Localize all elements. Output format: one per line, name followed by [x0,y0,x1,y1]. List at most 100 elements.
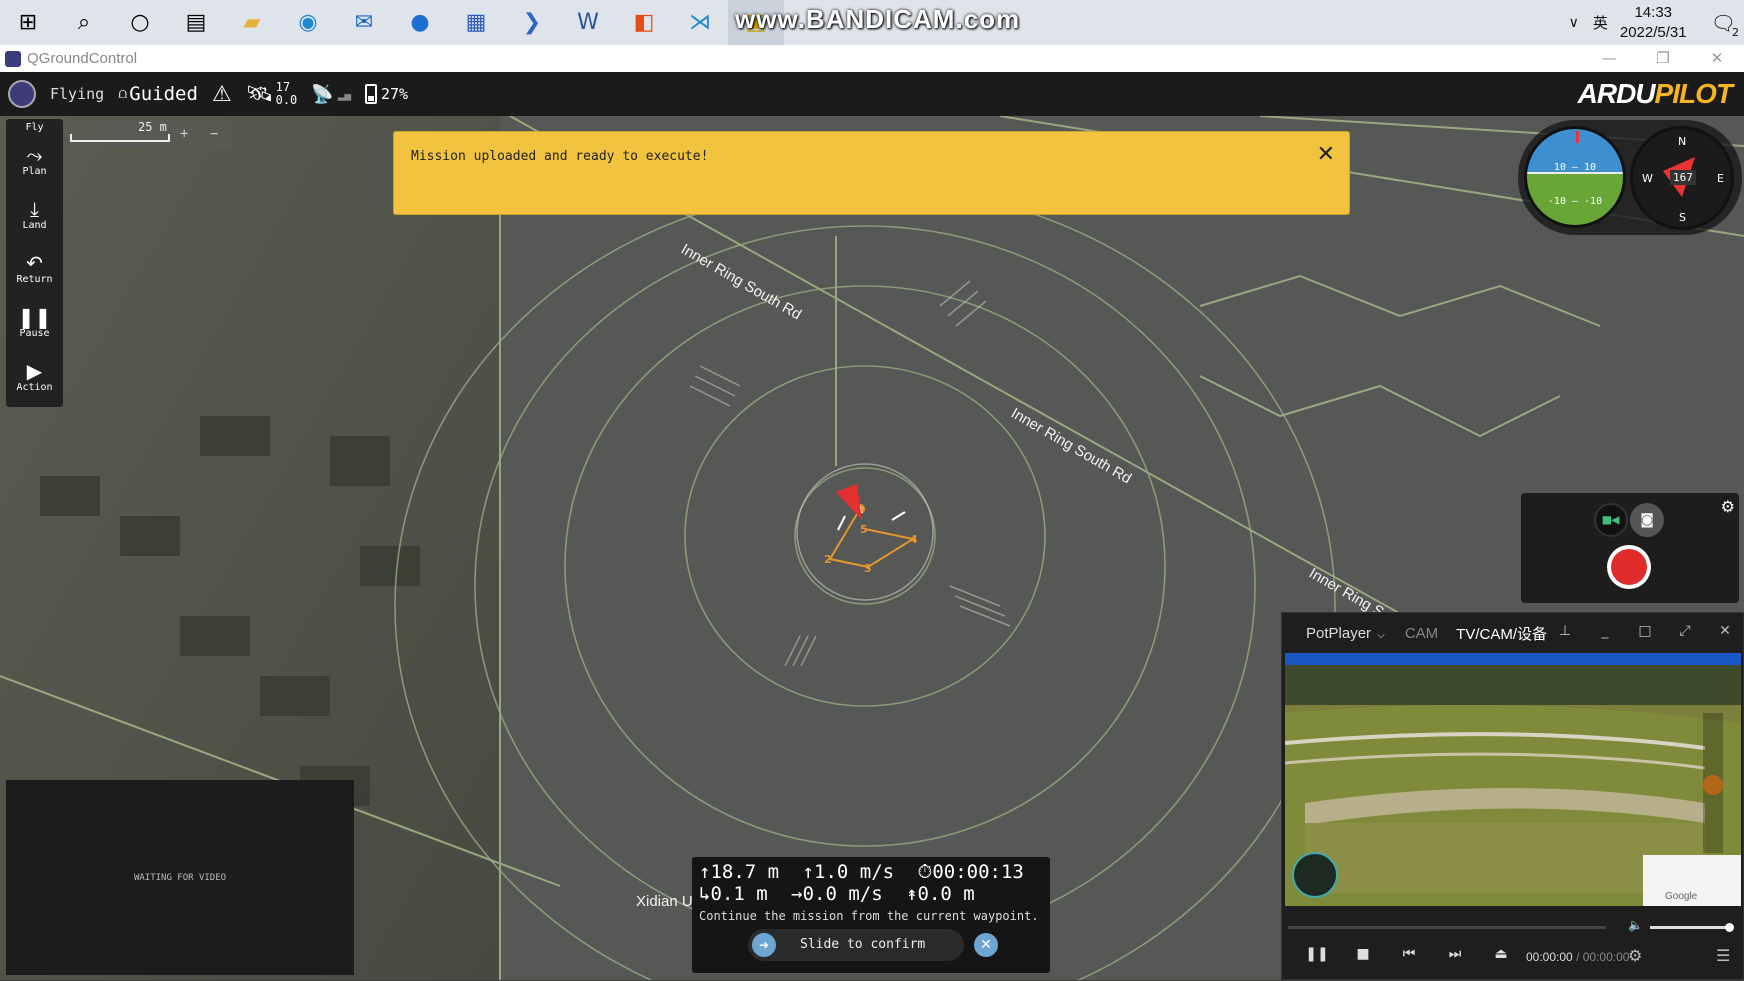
ime-indicator[interactable]: 英 [1593,12,1608,33]
cortana-icon[interactable]: ○ [112,0,168,45]
place-label: Xidian U [636,893,693,910]
plan-label: Plan [22,165,47,177]
playlist-menu-icon[interactable]: ☰ [1716,946,1730,965]
volume-icon[interactable]: 🔈 [1628,918,1643,932]
window-titlebar: QGroundControl — ❐ ✕ [0,45,1744,72]
pitch-mark-up-right: 10 [1584,162,1597,173]
video-pane[interactable]: WAITING FOR VIDEO [6,780,354,975]
play-icon: ▶ [26,358,43,383]
zoom-in-button[interactable]: + [180,126,188,142]
battery-indicator[interactable]: 27% [364,84,409,104]
plan-button[interactable]: ⤳ Plan [6,133,63,187]
telemetry-row-1: ↑18.7 m ↑1.0 m/s ⏱00:00:13 [692,857,1050,883]
waypoint-2-label[interactable]: 2 [824,553,832,566]
cancel-action-icon[interactable]: ✕ [974,933,998,957]
minimize-button[interactable]: — [1582,45,1636,72]
time-separator: / [1576,950,1580,964]
search-icon[interactable]: ⌕ [56,0,112,45]
logo-text-left: ARDU [1577,78,1656,109]
waypoint-5-label[interactable]: 5 [860,523,868,536]
file-explorer-icon[interactable]: ▰ [224,0,280,45]
notification-icon[interactable]: 🗨 2 [1711,11,1739,39]
settings-gear-icon[interactable]: ⚙ [1628,946,1642,965]
close-icon[interactable]: ✕ [1711,623,1739,639]
telemetry-panel: ↑18.7 m ↑1.0 m/s ⏱00:00:13 ↳0.1 m →0.0 m… [692,857,1050,973]
edge-browser-icon[interactable]: ◉ [280,0,336,45]
pause-icon[interactable]: ❚❚ [1294,946,1340,962]
waypoint-4-label[interactable]: 4 [910,533,918,546]
attitude-indicator: 10 — 10 -10 — -10 [1524,126,1626,228]
flight-state-label: Flying [50,85,105,103]
google-map-label: Google [1665,891,1698,902]
flight-mode-selector[interactable]: ⩍ Guided [118,83,198,105]
stop-icon[interactable]: ■ [1340,946,1386,962]
potplayer-menu[interactable]: PotPlayer ⌵ [1294,625,1385,642]
total-duration: 00:00:00 [1582,950,1630,964]
camera-control-panel: ■◀ ◙ ⚙ [1521,493,1739,603]
clock-date: 2022/5/31 [1619,23,1687,41]
waypoint-3-label[interactable]: 3 [864,562,872,575]
logo-text-right: PILOT [1654,78,1733,109]
warning-indicator[interactable]: ⚠ [212,82,232,107]
previous-icon[interactable]: ⏮ [1386,946,1432,962]
fly-toolstrip: Fly ⤳ Plan ⤓ Land ↶ Return ❚❚ Pause ▶ Ac… [6,119,63,407]
chevron-down-icon: ⌵ [1377,629,1385,641]
playback-time: 00:00:00 / 00:00:00 [1526,950,1629,964]
store-icon[interactable]: ▦ [448,0,504,45]
signal-bars-icon: ▂▄ [337,87,351,101]
mail-icon[interactable]: ✉ [336,0,392,45]
potplayer-video-frame[interactable]: Google [1285,653,1741,906]
window-controls: — ❐ ✕ [1582,45,1744,72]
pitch-ladder: 10 — 10 -10 — -10 [1547,162,1603,207]
land-button[interactable]: ⤓ Land [6,187,63,241]
slide-to-confirm[interactable]: ➜ Slide to confirm [748,929,964,961]
pause-button[interactable]: ❚❚ Pause [6,295,63,349]
chevron-up-icon[interactable]: ∨ [1569,15,1579,31]
video-mode-button[interactable]: ■◀ [1594,503,1628,537]
action-button[interactable]: ▶ Action [6,349,63,403]
minimize-icon[interactable]: _ [1591,623,1619,639]
tab-tv-cam-device[interactable]: TV/CAM/设备 [1456,623,1547,644]
word-icon[interactable]: W [560,0,616,45]
slide-handle-arrow-icon[interactable]: ➜ [752,933,776,957]
rc-rssi-indicator[interactable]: 📡 ▂▄ [311,84,351,105]
taskbar-clock[interactable]: 14:33 2022/5/31 [1620,3,1687,43]
close-window-button[interactable]: ✕ [1690,45,1744,72]
gear-icon[interactable]: ⚙ [1721,497,1735,516]
vscode-icon[interactable]: ⋊ [672,0,728,45]
qgc-logo-icon [8,80,36,108]
plan-route-icon: ⤳ [26,142,43,167]
fullscreen-icon[interactable]: ⤢ [1671,623,1699,639]
windows-start-icon[interactable]: ⊞ [0,0,56,45]
zoom-out-button[interactable]: − [210,126,218,142]
photo-mode-button[interactable]: ◙ [1630,503,1664,537]
return-button[interactable]: ↶ Return [6,241,63,295]
vertical-speed-text: 1.0 m/s [814,861,895,883]
seek-bar[interactable] [1288,926,1606,929]
office-icon[interactable]: ◧ [616,0,672,45]
rc-transmitter-icon: 📡 [311,83,334,105]
volume-slider[interactable] [1650,923,1734,932]
eject-icon[interactable]: ⏏ [1478,946,1524,962]
tab-cam[interactable]: CAM [1405,625,1438,642]
distance-home-text: 0.0 m [917,883,975,905]
task-view-icon[interactable]: ▤ [168,0,224,45]
gps-indicator[interactable]: 🛰 17 0.0 [246,81,298,107]
potplayer-controls: 🔈 ❚❚ ■ ⏮ ⏭ ⏏ 00:00:00 / 00:00:00 ⚙ ☰ [1282,916,1744,981]
ground-speed-value: →0.0 m/s [791,883,883,905]
bluetooth-app-icon[interactable]: ● [392,0,448,45]
qgc-toolbar: Flying ⩍ Guided ⚠ 🛰 17 0.0 📡 ▂▄ 27% ARDU… [0,72,1744,116]
battery-percent: 27% [380,85,409,103]
toolstrip-fly-label: Fly [25,122,44,133]
banner-close-icon[interactable]: ✕ [1317,142,1335,167]
record-button[interactable] [1607,545,1651,589]
flight-state[interactable]: Flying [50,85,104,103]
altitude-value: ↑18.7 m [699,861,780,883]
next-icon[interactable]: ⏭ [1432,946,1478,962]
pin-icon[interactable]: ⊥ [1551,623,1579,639]
maximize-button[interactable]: ❐ [1636,45,1690,72]
qgc-menu-button[interactable] [8,80,36,108]
maximize-icon[interactable]: □ [1631,623,1659,639]
powershell-icon[interactable]: ❯ [504,0,560,45]
pitch-mark-down-left: -10 [1547,196,1566,207]
